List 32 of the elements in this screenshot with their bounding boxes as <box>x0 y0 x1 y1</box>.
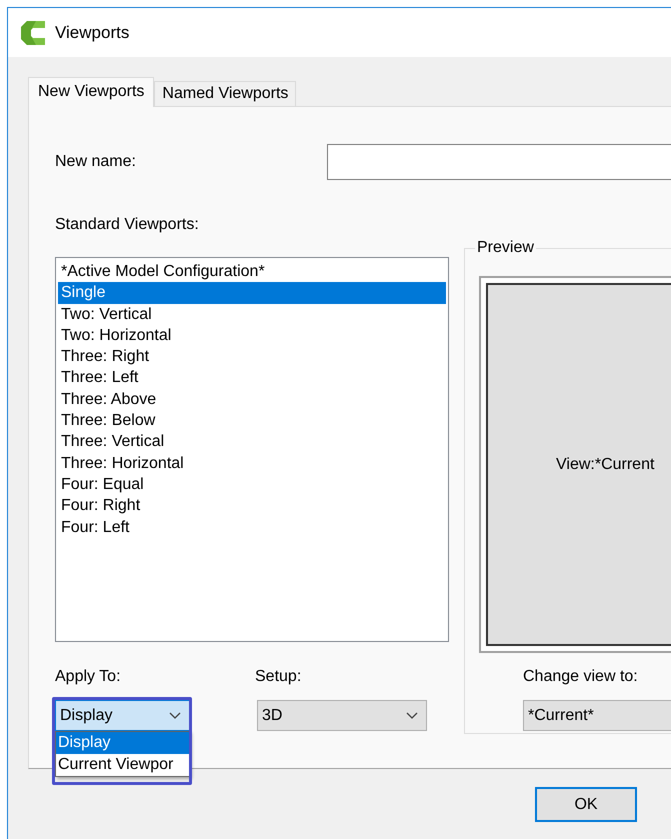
preview-text: View:*Current <box>556 456 654 474</box>
list-item[interactable]: Three: Below <box>58 410 446 432</box>
list-item[interactable]: Two: Horizontal <box>58 324 446 346</box>
logo-icon <box>20 20 46 46</box>
list-item[interactable]: Four: Equal <box>58 474 446 496</box>
list-item[interactable]: Single <box>58 282 446 304</box>
list-item[interactable]: Three: Left <box>58 367 446 389</box>
ok-button[interactable]: OK <box>535 787 637 822</box>
dropdown[interactable]: Display <box>55 700 190 731</box>
dropdown[interactable]: *Current* <box>523 700 671 731</box>
text-field[interactable] <box>327 144 671 180</box>
list-item[interactable]: Three: Vertical <box>58 431 446 453</box>
section-label: Standard Viewports: <box>55 215 200 235</box>
tab[interactable]: Named Viewports <box>154 81 296 106</box>
tab[interactable]: New Viewports <box>28 77 154 107</box>
chevron-down-icon <box>169 712 181 720</box>
window-title: Viewports <box>55 22 130 42</box>
dropdown-option[interactable]: Current Viewpor <box>56 754 189 776</box>
field-label: Setup: <box>255 667 302 687</box>
list-item[interactable]: Three: Horizontal <box>58 452 446 474</box>
field-label: New name: <box>55 153 137 171</box>
list-item[interactable]: Three: Above <box>58 388 446 410</box>
list-item[interactable]: Four: Left <box>58 516 446 538</box>
dropdown[interactable]: 3D <box>257 700 427 731</box>
list-item[interactable]: Two: Vertical <box>58 304 446 325</box>
list-item[interactable]: *Active Model Configuration* <box>58 261 446 282</box>
field-label: Change view to: <box>523 667 639 687</box>
field-label: Apply To: <box>55 667 122 687</box>
list-item[interactable]: Four: Right <box>58 495 446 517</box>
chevron-down-icon <box>406 712 418 720</box>
dropdown-option[interactable]: Display <box>56 732 189 754</box>
list-item[interactable]: Three: Right <box>58 346 446 368</box>
